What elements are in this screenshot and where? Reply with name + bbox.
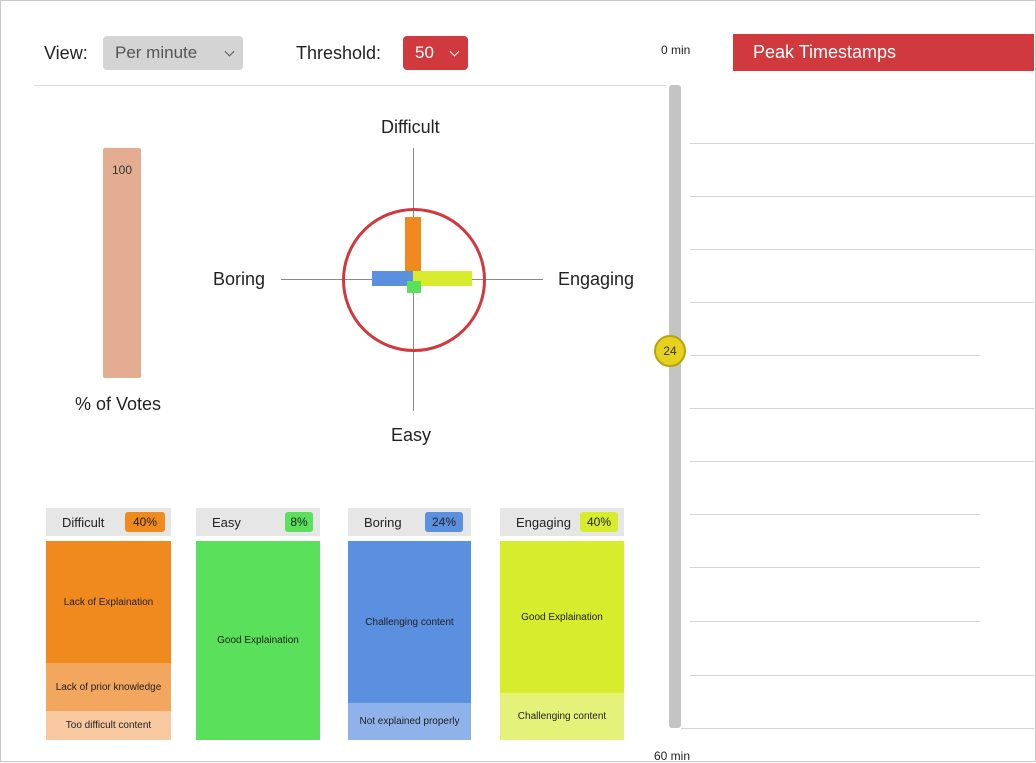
card-percent-badge: 8% bbox=[285, 512, 313, 532]
card-segment: Lack of Explaination bbox=[46, 541, 171, 663]
card-header-easy: Easy 8% bbox=[196, 508, 320, 536]
card-title: Easy bbox=[212, 514, 241, 530]
timestamp-row bbox=[690, 249, 1034, 250]
card-percent-badge: 40% bbox=[580, 512, 618, 532]
votes-meter-value: 100 bbox=[111, 163, 133, 177]
toolbar-divider bbox=[34, 85, 666, 86]
compass-label-boring: Boring bbox=[213, 269, 266, 289]
votes-meter-caption: % of Votes bbox=[75, 394, 162, 414]
view-dropdown[interactable]: Per minute bbox=[103, 36, 243, 70]
card-title: Difficult bbox=[62, 514, 105, 530]
threshold-label: Threshold: bbox=[296, 43, 382, 63]
timeline-track[interactable] bbox=[669, 85, 681, 728]
card-segment: Challenging content bbox=[500, 693, 624, 740]
timestamp-row bbox=[690, 355, 980, 356]
timestamp-row bbox=[690, 408, 1034, 409]
timestamp-row bbox=[690, 196, 1034, 197]
peak-timestamps-header: Peak Timestamps bbox=[733, 34, 1034, 71]
timestamp-row bbox=[690, 514, 980, 515]
threshold-circle bbox=[342, 208, 486, 352]
card-segment: Not explained properly bbox=[348, 703, 471, 740]
timeline-baseline bbox=[681, 728, 1034, 729]
timeline-start-label: 0 min bbox=[661, 43, 691, 57]
card-header-engaging: Engaging 40% bbox=[500, 508, 624, 536]
chevron-down-icon bbox=[224, 46, 235, 57]
timestamp-row bbox=[690, 461, 1034, 462]
card-title: Engaging bbox=[516, 514, 571, 530]
card-header-boring: Boring 24% bbox=[348, 508, 471, 536]
timeline-marker[interactable]: 24 bbox=[654, 335, 686, 367]
card-segment: Good Explaination bbox=[500, 541, 624, 693]
timestamp-row bbox=[690, 302, 1034, 303]
card-segment: Challenging content bbox=[348, 541, 471, 703]
chevron-down-icon bbox=[449, 46, 460, 57]
threshold-dropdown[interactable]: 50 bbox=[403, 36, 468, 70]
card-segment: Lack of prior knowledge bbox=[46, 663, 171, 711]
votes-meter-bar bbox=[103, 148, 141, 378]
card-percent-badge: 24% bbox=[425, 512, 463, 532]
timestamp-row bbox=[690, 567, 980, 568]
timestamp-row bbox=[690, 621, 980, 622]
card-percent-badge: 40% bbox=[125, 512, 165, 532]
card-segment: Good Explaination bbox=[196, 541, 320, 740]
threshold-dropdown-value: 50 bbox=[415, 43, 434, 62]
compass-label-easy: Easy bbox=[391, 425, 432, 445]
timestamp-row bbox=[690, 143, 1034, 144]
compass-label-engaging: Engaging bbox=[558, 269, 635, 289]
card-segment: Too difficult content bbox=[46, 711, 171, 740]
timeline-end-label: 60 min bbox=[654, 749, 691, 763]
timestamp-row bbox=[690, 675, 1034, 676]
card-title: Boring bbox=[364, 514, 402, 530]
view-dropdown-value: Per minute bbox=[115, 43, 198, 62]
view-label: View: bbox=[44, 43, 88, 63]
compass-label-difficult: Difficult bbox=[381, 117, 440, 137]
card-header-difficult: Difficult 40% bbox=[46, 508, 171, 536]
